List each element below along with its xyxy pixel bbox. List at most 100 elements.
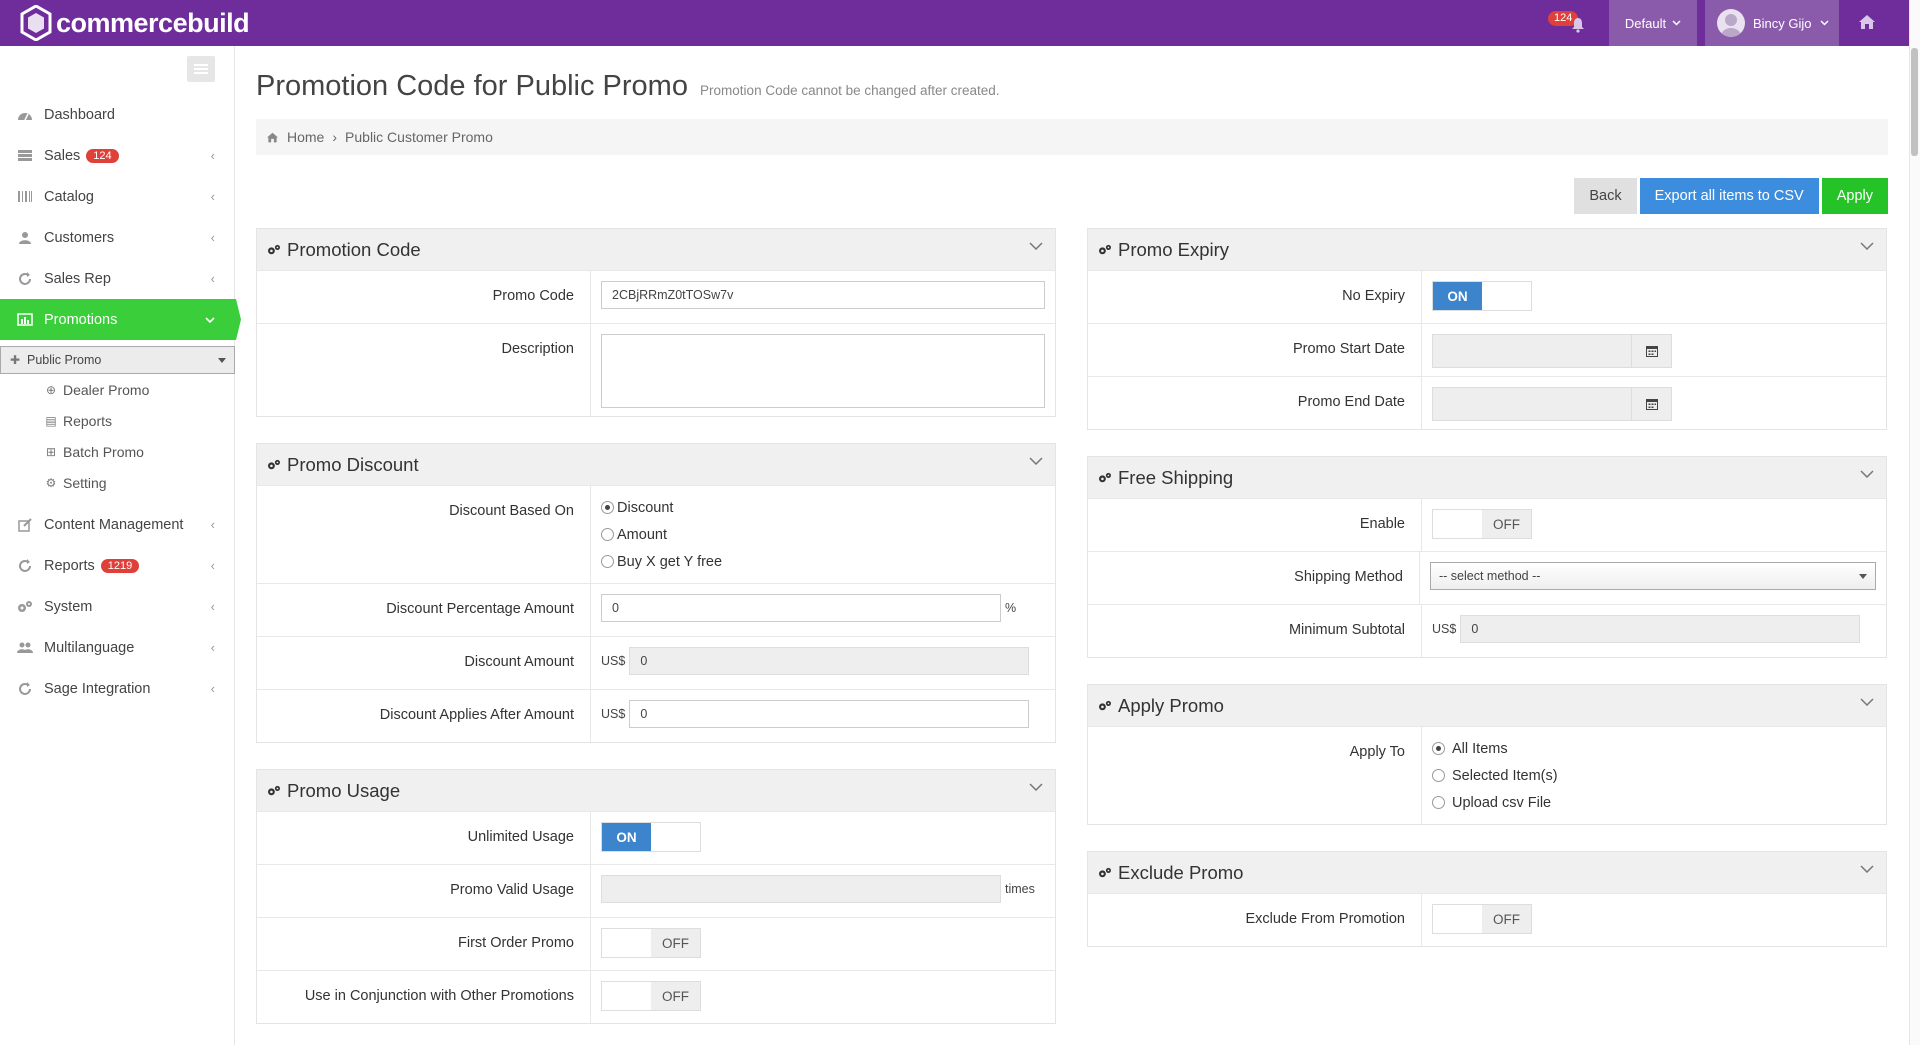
free-shipping-toggle[interactable]: OFF xyxy=(1432,509,1532,539)
buy-x-get-y-radio-option[interactable]: Buy X get Y free xyxy=(601,548,1045,575)
radio-label: Discount xyxy=(617,499,674,516)
free-shipping-panel: Free Shipping Enable OFF Shipping Method… xyxy=(1087,456,1887,658)
sidebar-item-content-management[interactable]: Content Management ‹ xyxy=(0,504,235,545)
submenu-item-dealer-promo[interactable]: ⊕ Dealer Promo xyxy=(0,374,235,405)
sidebar-item-label: Customers xyxy=(44,229,115,246)
radio-unchecked[interactable] xyxy=(1432,796,1445,809)
sidebar-toggle-button[interactable] xyxy=(187,56,215,82)
back-button[interactable]: Back xyxy=(1574,178,1637,214)
home-icon[interactable] xyxy=(1858,14,1876,30)
chevron-down-icon[interactable] xyxy=(1029,783,1043,791)
form-row: Discount Applies After Amount US$ 0 xyxy=(257,689,1055,742)
form-row: Discount Based On Discount Amount Buy X … xyxy=(257,485,1055,583)
chevron-down-icon[interactable] xyxy=(1860,865,1874,873)
scrollbar[interactable] xyxy=(1909,0,1920,1045)
scrollbar-thumb[interactable] xyxy=(1911,48,1918,156)
percent-suffix: % xyxy=(1005,601,1017,615)
cogs-icon xyxy=(1099,472,1111,482)
calendar-icon[interactable] xyxy=(1632,387,1672,421)
unlimited-usage-toggle[interactable]: ON xyxy=(601,822,701,852)
submenu-item-public-promo[interactable]: ✚ Public Promo xyxy=(0,346,235,374)
promo-valid-usage-input[interactable] xyxy=(601,875,1001,903)
radio-checked[interactable] xyxy=(601,501,614,514)
conjunction-toggle[interactable]: OFF xyxy=(601,981,701,1011)
calendar-icon[interactable] xyxy=(1632,334,1672,368)
no-expiry-toggle[interactable]: ON xyxy=(1432,281,1532,311)
toggle-on-label: ON xyxy=(602,823,651,851)
apply-promo-panel: Apply Promo Apply To All Items Selected … xyxy=(1087,684,1887,825)
sidebar-item-catalog[interactable]: Catalog ‹ xyxy=(0,176,235,217)
sidebar-item-reports[interactable]: Reports 1219 ‹ xyxy=(0,545,235,586)
start-date-picker[interactable] xyxy=(1432,334,1672,368)
selected-items-radio-option[interactable]: Selected Item(s) xyxy=(1432,762,1876,789)
sidebar-item-customers[interactable]: Customers ‹ xyxy=(0,217,235,258)
amount-radio-option[interactable]: Amount xyxy=(601,521,1045,548)
exclude-toggle[interactable]: OFF xyxy=(1432,904,1532,934)
chevron-down-icon[interactable] xyxy=(1029,457,1043,465)
sidebar-item-sales-rep[interactable]: Sales Rep ‹ xyxy=(0,258,235,299)
start-date-input[interactable] xyxy=(1432,334,1632,368)
end-date-input[interactable] xyxy=(1432,387,1632,421)
sidebar-item-sage-integration[interactable]: Sage Integration ‹ xyxy=(0,668,235,709)
radio-checked[interactable] xyxy=(1432,742,1445,755)
promo-usage-panel: Promo Usage Unlimited Usage ON Promo Val… xyxy=(256,769,1056,1024)
sidebar-item-multilanguage[interactable]: Multilanguage ‹ xyxy=(0,627,235,668)
sidebar-item-dashboard[interactable]: Dashboard xyxy=(0,94,235,135)
radio-unchecked[interactable] xyxy=(601,555,614,568)
left-column: Promotion Code Promo Code 2CBjRRmZ0tTOSw… xyxy=(256,228,1056,1050)
submenu-item-label: Public Promo xyxy=(27,353,102,367)
description-textarea[interactable] xyxy=(601,334,1045,408)
radio-unchecked[interactable] xyxy=(601,528,614,541)
discount-radio-option[interactable]: Discount xyxy=(601,494,1045,521)
minimum-subtotal-input[interactable]: 0 xyxy=(1460,615,1861,643)
dashboard-icon xyxy=(16,108,34,122)
sidebar-item-promotions[interactable]: Promotions xyxy=(0,299,241,340)
promo-valid-usage-label: Promo Valid Usage xyxy=(257,865,591,917)
panel-header[interactable]: Apply Promo xyxy=(1088,685,1886,726)
radio-label: Amount xyxy=(617,526,667,543)
panel-header[interactable]: Promo Expiry xyxy=(1088,229,1886,270)
notifications-button[interactable]: 124 xyxy=(1546,11,1590,35)
page-title-text: Promotion Code for Public Promo xyxy=(256,70,688,102)
sidebar-item-label: Dashboard xyxy=(44,106,115,123)
all-items-radio-option[interactable]: All Items xyxy=(1432,735,1876,762)
shipping-method-select[interactable]: -- select method -- xyxy=(1430,562,1876,590)
panel-header[interactable]: Promo Usage xyxy=(257,770,1055,811)
discount-amount-input[interactable]: 0 xyxy=(629,647,1030,675)
discount-percentage-input[interactable]: 0 xyxy=(601,594,1001,622)
sidebar-item-label: Promotions xyxy=(44,311,118,328)
sidebar-item-sales[interactable]: Sales 124 ‹ xyxy=(0,135,235,176)
radio-unchecked[interactable] xyxy=(1432,769,1445,782)
chevron-down-icon[interactable] xyxy=(1860,242,1874,250)
panel-header[interactable]: Exclude Promo xyxy=(1088,852,1886,893)
apply-button[interactable]: Apply xyxy=(1821,178,1888,214)
chevron-down-icon[interactable] xyxy=(1029,242,1043,250)
promo-code-input[interactable]: 2CBjRRmZ0tTOSw7v xyxy=(601,281,1045,309)
cogs-icon xyxy=(16,600,34,614)
discount-after-input[interactable]: 0 xyxy=(629,700,1030,728)
sidebar-item-system[interactable]: System ‹ xyxy=(0,586,235,627)
chevron-down-icon[interactable] xyxy=(1860,698,1874,706)
user-menu[interactable]: Bincy Gijo xyxy=(1705,0,1839,46)
store-dropdown[interactable]: Default xyxy=(1609,0,1697,46)
first-order-label: First Order Promo xyxy=(257,918,591,970)
breadcrumb-home-link[interactable]: Home xyxy=(287,129,324,145)
submenu-item-setting[interactable]: ⚙ Setting xyxy=(0,467,235,498)
panel-header[interactable]: Promo Discount xyxy=(257,444,1055,485)
first-order-toggle[interactable]: OFF xyxy=(601,928,701,958)
export-csv-button[interactable]: Export all items to CSV xyxy=(1639,178,1819,214)
brand-logo[interactable]: commercebuild xyxy=(20,5,250,41)
sidebar-item-label: Sales xyxy=(44,147,81,164)
submenu-item-batch-promo[interactable]: ⊞ Batch Promo xyxy=(0,436,235,467)
panel-header[interactable]: Promotion Code xyxy=(257,229,1055,270)
breadcrumb: Home › Public Customer Promo xyxy=(256,119,1888,155)
chevron-down-icon[interactable] xyxy=(1860,470,1874,478)
submenu-item-reports[interactable]: ▤ Reports xyxy=(0,405,235,436)
sales-count-badge: 124 xyxy=(86,148,119,163)
upload-csv-radio-option[interactable]: Upload csv File xyxy=(1432,789,1876,816)
panel-header[interactable]: Free Shipping xyxy=(1088,457,1886,498)
form-row: Promo Code 2CBjRRmZ0tTOSw7v xyxy=(257,270,1055,323)
user-name: Bincy Gijo xyxy=(1753,15,1812,31)
chevron-left-icon: ‹ xyxy=(210,230,215,245)
end-date-picker[interactable] xyxy=(1432,387,1672,421)
